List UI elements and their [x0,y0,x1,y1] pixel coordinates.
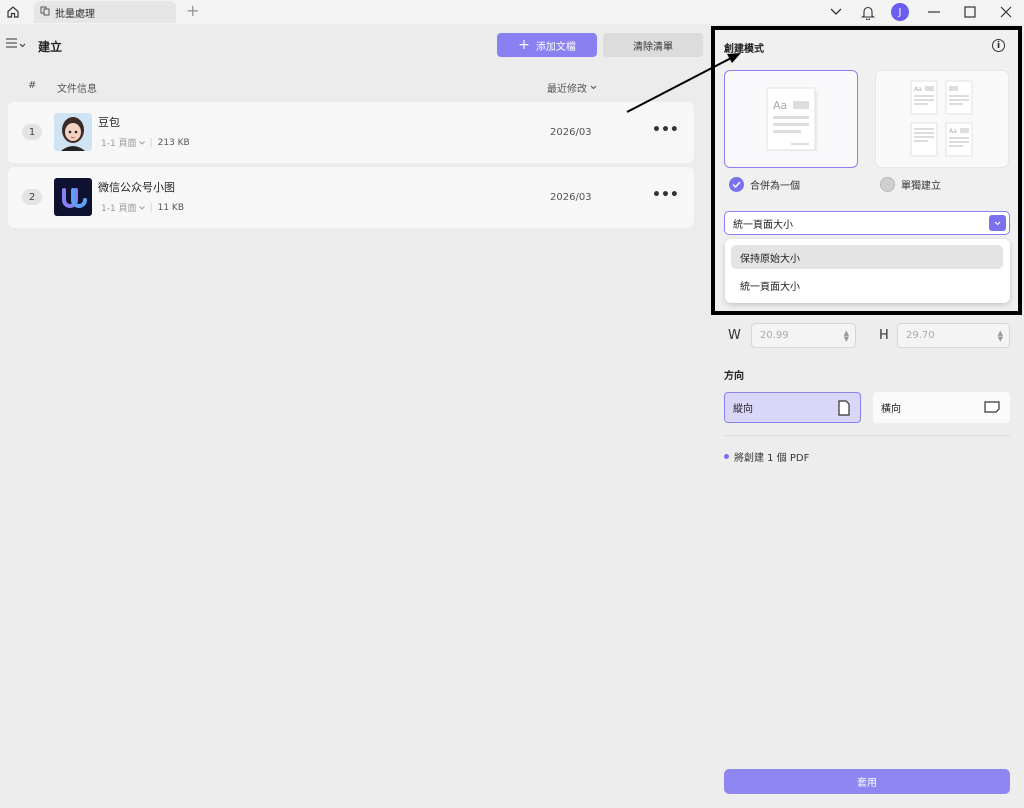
row-index: 1 [22,124,42,140]
more-options-icon[interactable]: ••• [652,122,679,138]
page-size-select[interactable]: 統一頁面大小 [724,211,1010,235]
spinner-icon[interactable]: ▲ ▼ [844,330,849,343]
page-range-select[interactable]: 1-1 頁面 [101,201,145,214]
row-index: 2 [22,189,42,205]
separate-radio[interactable]: 單獨建立 [880,177,941,192]
bullet-dot [724,454,729,459]
plus-icon: + [518,37,530,53]
title-bar: 批量處理 + J [0,0,1024,24]
maximize-icon[interactable] [952,0,988,24]
height-input[interactable]: 29.70 ▲ ▼ [897,323,1010,348]
creation-mode-title: 創建模式 [724,44,764,55]
width-input[interactable]: 20.99 ▲ ▼ [751,323,856,348]
page-range-label: 1-1 頁面 [101,139,137,149]
page-size-dropdown: 保持原始大小 統一頁面大小 [725,239,1010,303]
tab-batch-process[interactable]: 批量處理 [34,1,176,23]
divider [724,435,1010,436]
file-thumbnail [54,113,92,151]
merge-radio[interactable]: 合併為一個 [729,177,800,192]
landscape-label: 橫向 [881,404,901,415]
more-options-icon[interactable]: ••• [652,187,679,203]
portrait-page-icon [838,400,850,419]
page-range-label: 1-1 頁面 [101,204,137,214]
menu-toggle-button[interactable] [6,38,26,51]
portrait-option[interactable]: 縱向 [724,392,861,423]
dropdown-option-keep-original[interactable]: 保持原始大小 [731,245,1003,269]
info-icon[interactable]: i [992,39,1005,52]
column-modified-sort[interactable]: 最近修改 [547,80,597,95]
chevron-down-icon [138,205,145,210]
file-size: 213 KB [157,137,190,148]
svg-text:Aa: Aa [773,99,787,112]
chevron-down-icon[interactable] [989,215,1006,231]
bell-icon[interactable] [852,0,884,24]
file-meta: 1-1 頁面 | 11 KB [101,201,184,215]
file-size: 11 KB [157,202,184,213]
main-area: 建立 + 添加文檔 清除清單 # 文件信息 最近修改 1 豆包 1-1 頁面 |… [0,24,708,808]
avatar[interactable]: J [884,0,916,24]
close-icon[interactable] [988,0,1024,24]
checkmark-icon [729,177,744,192]
result-note: 將創建 1 個 PDF [724,449,809,464]
separate-label: 單獨建立 [901,181,941,192]
merge-mode-card[interactable]: Aa [724,70,858,168]
dropdown-option-unify-size[interactable]: 統一頁面大小 [731,273,1003,297]
page-title: 建立 [38,40,63,54]
width-value: 20.99 [760,330,789,341]
column-modified-label: 最近修改 [547,84,587,95]
minimize-icon[interactable] [916,0,952,24]
file-meta: 1-1 頁面 | 213 KB [101,136,190,150]
height-label: H [879,328,889,343]
svg-text:Aa: Aa [949,128,957,135]
page-range-select[interactable]: 1-1 頁面 [101,136,145,149]
file-thumbnail [54,178,92,216]
portrait-label: 縱向 [733,404,753,415]
hamburger-icon [6,38,17,51]
result-note-text: 將創建 1 個 PDF [734,453,810,464]
column-file-info: 文件信息 [57,84,97,95]
file-name: 微信公众号小图 [98,181,175,194]
add-document-button[interactable]: + 添加文檔 [497,33,597,57]
clear-list-button[interactable]: 清除清單 [603,33,703,57]
file-row[interactable]: 1 豆包 1-1 頁面 | 213 KB 2026/03 ••• [8,102,694,163]
apply-button[interactable]: 套用 [724,769,1010,794]
chevron-down-icon [590,82,597,93]
page-size-select-value: 統一頁面大小 [733,219,793,231]
merged-document-icon: Aa [766,87,818,151]
meta-separator: | [149,202,153,213]
separate-documents-icon: Aa Aa [910,80,973,157]
landscape-option[interactable]: 橫向 [873,392,1010,423]
chevron-down-icon[interactable] [820,0,852,24]
width-label: W [728,328,741,343]
tab-label: 批量處理 [55,8,95,20]
home-icon[interactable] [4,3,22,21]
column-index: # [28,80,37,91]
file-date: 2026/03 [550,192,592,203]
landscape-page-icon [984,401,1000,416]
separate-mode-card[interactable]: Aa Aa [875,70,1009,168]
meta-separator: | [149,137,153,148]
chevron-down-icon [138,140,145,145]
merge-label: 合併為一個 [750,181,800,192]
file-row[interactable]: 2 微信公众号小图 1-1 頁面 | 11 KB 2026/03 ••• [8,167,694,228]
chevron-down-icon [19,38,26,51]
new-tab-button[interactable]: + [186,2,199,20]
spinner-icon[interactable]: ▲ ▼ [998,330,1003,343]
radio-unselected-icon [880,177,895,192]
file-date: 2026/03 [550,127,592,138]
add-document-label: 添加文檔 [535,41,576,53]
height-value: 29.70 [906,330,935,341]
svg-text:Aa: Aa [914,86,922,93]
file-name: 豆包 [98,116,120,129]
orientation-title: 方向 [724,371,744,382]
batch-icon [40,6,50,19]
